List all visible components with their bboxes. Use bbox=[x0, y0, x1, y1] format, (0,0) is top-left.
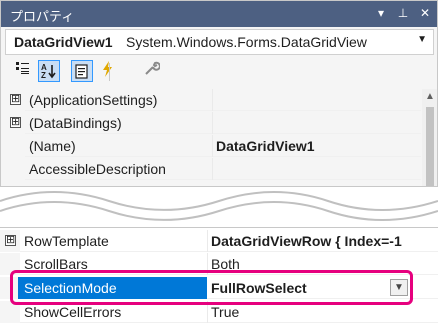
events-icon bbox=[103, 61, 112, 77]
wave-divider bbox=[0, 191, 438, 221]
property-value[interactable]: DataGridView1 bbox=[216, 138, 315, 154]
expand-icon[interactable]: ⊞ bbox=[10, 94, 21, 105]
property-name: AccessibleDescription bbox=[29, 161, 166, 177]
property-value[interactable]: True bbox=[211, 304, 239, 320]
properties-panel: プロパティ ▾ ⊥ ✕ DataGridView1 System.Windows… bbox=[0, 0, 438, 187]
properties-icon bbox=[75, 64, 88, 79]
svg-text:Z: Z bbox=[41, 71, 46, 80]
property-value[interactable]: DataGridViewRow { Index=-1 bbox=[211, 233, 402, 249]
column-divider[interactable] bbox=[212, 112, 213, 134]
column-divider[interactable] bbox=[212, 135, 213, 157]
property-row[interactable]: (Name) DataGridView1 bbox=[5, 135, 421, 157]
column-divider[interactable] bbox=[212, 89, 213, 111]
property-row[interactable]: ⊞ (ApplicationSettings) bbox=[5, 89, 421, 111]
object-selector[interactable]: DataGridView1 System.Windows.Forms.DataG… bbox=[5, 29, 434, 55]
properties-toolbar: A Z bbox=[1, 57, 437, 87]
toolbar-separator bbox=[109, 63, 110, 81]
close-icon[interactable]: ✕ bbox=[417, 5, 433, 21]
object-name: DataGridView1 bbox=[14, 34, 113, 50]
alphabetical-icon: A Z bbox=[41, 63, 56, 80]
property-name: (DataBindings) bbox=[29, 115, 122, 131]
scrollbar-thumb[interactable] bbox=[426, 107, 434, 186]
property-row[interactable]: ⊞ RowTemplate DataGridViewRow { Index=-1 bbox=[0, 230, 438, 252]
scroll-up-icon[interactable]: ▲ bbox=[425, 91, 435, 102]
events-button[interactable] bbox=[96, 60, 118, 82]
property-row[interactable]: ⊞ (DataBindings) bbox=[5, 112, 421, 134]
property-row[interactable]: AccessibleDescription bbox=[5, 158, 421, 180]
chevron-down-icon[interactable]: ▼ bbox=[417, 34, 427, 45]
title-bar: プロパティ ▾ ⊥ ✕ bbox=[1, 1, 437, 27]
object-type: System.Windows.Forms.DataGridView bbox=[126, 34, 367, 50]
column-divider[interactable] bbox=[207, 230, 208, 252]
categorized-icon bbox=[16, 62, 29, 74]
properties-button[interactable] bbox=[71, 60, 93, 82]
window-position-dropdown-icon[interactable]: ▾ bbox=[373, 5, 389, 21]
row-gutter bbox=[5, 135, 25, 157]
property-name: (Name) bbox=[29, 138, 76, 154]
row-gutter bbox=[5, 158, 25, 180]
property-name: ShowCellErrors bbox=[24, 304, 122, 320]
property-name: RowTemplate bbox=[24, 233, 109, 249]
highlight-frame bbox=[10, 270, 413, 305]
pin-icon[interactable]: ⊥ bbox=[395, 5, 411, 21]
vertical-scrollbar[interactable]: ▲ bbox=[422, 89, 437, 186]
property-pages-button[interactable] bbox=[141, 60, 163, 82]
panel-title: プロパティ bbox=[10, 9, 75, 24]
expand-icon[interactable]: ⊞ bbox=[10, 117, 21, 128]
property-name: (ApplicationSettings) bbox=[29, 92, 158, 108]
column-divider[interactable] bbox=[212, 158, 213, 180]
alphabetical-button[interactable]: A Z bbox=[38, 60, 60, 82]
expand-icon[interactable]: ⊞ bbox=[5, 235, 16, 246]
wrench-icon bbox=[145, 61, 161, 75]
categorized-button[interactable] bbox=[12, 60, 34, 82]
